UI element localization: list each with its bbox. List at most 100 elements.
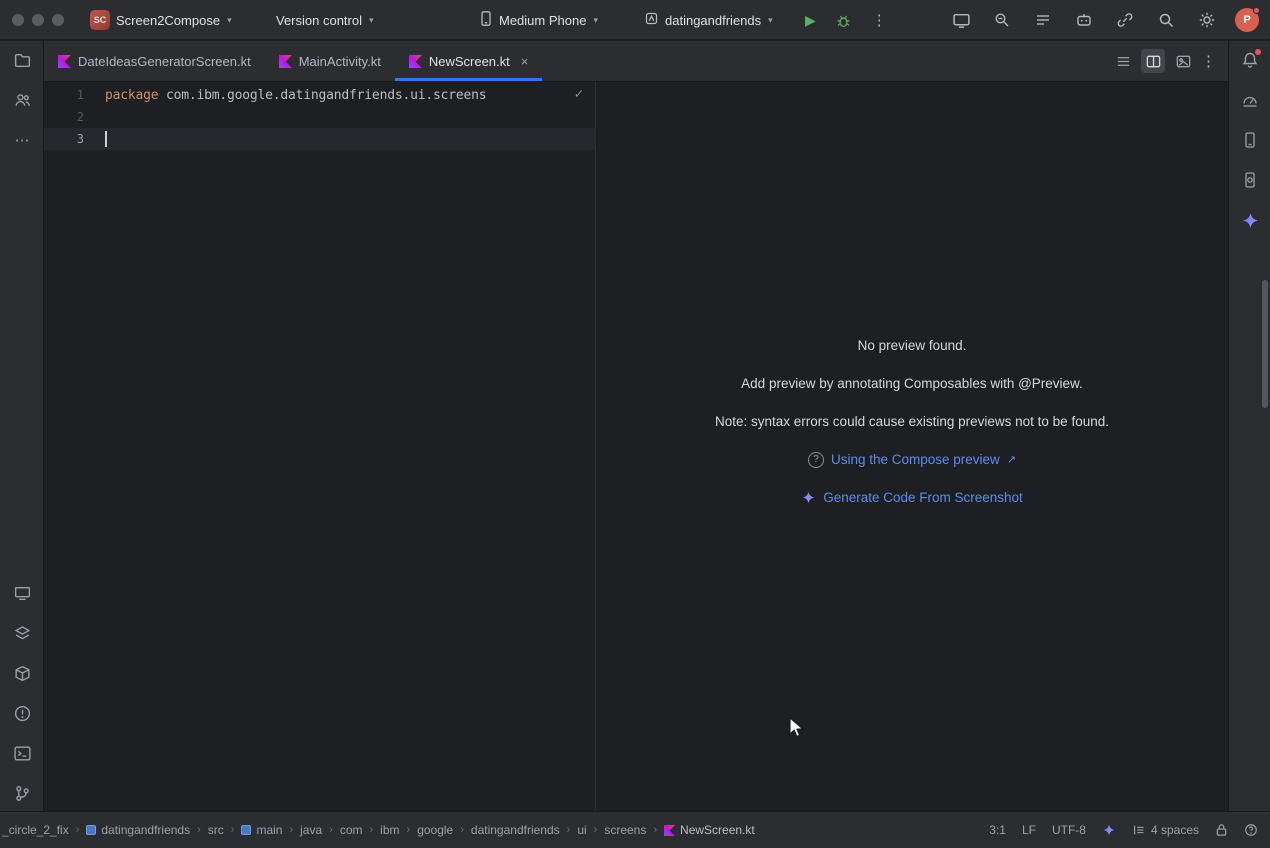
- breadcrumb-item[interactable]: ibm: [380, 823, 399, 837]
- code-search-icon[interactable]: [991, 9, 1013, 31]
- breadcrumb-separator: ›: [231, 824, 235, 836]
- terminal-icon[interactable]: [10, 741, 34, 765]
- tab-mainactivity[interactable]: MainActivity.kt: [265, 41, 395, 81]
- breadcrumb-separator: ›: [197, 824, 201, 836]
- titlebar-right-actions: [950, 0, 1218, 40]
- statusbar: _circle_2_fix › datingandfriends › src ›…: [0, 811, 1270, 848]
- project-selector[interactable]: SC Screen2Compose ▾: [90, 0, 232, 40]
- build-variants-icon[interactable]: [10, 621, 34, 645]
- device-selector[interactable]: Medium Phone ▾: [479, 0, 598, 40]
- window-scrollbar-thumb[interactable]: [1262, 280, 1268, 408]
- tab-newscreen[interactable]: NewScreen.kt ×: [395, 41, 543, 81]
- main-area: ⋯ DateIdeasGeneratorScreen.kt MainActivi…: [0, 41, 1270, 811]
- notification-dot: [1253, 7, 1260, 14]
- device-explorer-icon[interactable]: [1238, 128, 1262, 152]
- breadcrumb-separator: ›: [289, 824, 293, 836]
- preview-msg-title: No preview found.: [596, 337, 1228, 354]
- notifications-bell-icon[interactable]: [1238, 48, 1262, 72]
- close-tab-icon[interactable]: ×: [521, 54, 529, 69]
- breadcrumb: _circle_2_fix › datingandfriends › src ›…: [2, 823, 971, 837]
- breadcrumb-item[interactable]: datingandfriends: [86, 823, 190, 837]
- code-editor[interactable]: 1 package com.ibm.google.datingandfriend…: [44, 82, 596, 811]
- breadcrumb-separator: ›: [653, 824, 657, 836]
- gemini-icon[interactable]: [1238, 208, 1262, 232]
- more-tool-windows-icon[interactable]: ⋯: [10, 128, 34, 152]
- readonly-lock-icon[interactable]: [1215, 823, 1228, 837]
- module-icon: [241, 825, 251, 835]
- problems-icon[interactable]: [10, 701, 34, 725]
- project-folder-icon[interactable]: [10, 48, 34, 72]
- window-controls: [12, 0, 64, 40]
- vcs-widget[interactable]: Version control ▾: [276, 0, 374, 40]
- run-configuration-selector[interactable]: datingandfriends ▾: [644, 0, 773, 40]
- split-view-icon[interactable]: [1141, 49, 1165, 73]
- user-avatar[interactable]: P: [1235, 8, 1259, 32]
- zoom-window-button[interactable]: [52, 14, 64, 26]
- code-view-icon[interactable]: [1111, 49, 1135, 73]
- resource-manager-icon[interactable]: [10, 88, 34, 112]
- breadcrumb-item[interactable]: main: [241, 823, 282, 837]
- preview-msg-hint: Add preview by annotating Composables wi…: [596, 375, 1228, 392]
- chevron-down-icon: ▾: [369, 15, 374, 26]
- running-devices-panel-icon[interactable]: [10, 581, 34, 605]
- ai-assistant-icon[interactable]: [1073, 9, 1095, 31]
- task-list-icon[interactable]: [1032, 9, 1054, 31]
- breadcrumb-item[interactable]: com: [340, 823, 363, 837]
- code-line-1: 1 package com.ibm.google.datingandfriend…: [44, 84, 595, 106]
- tab-options-icon[interactable]: ⋮: [1201, 52, 1216, 70]
- breadcrumb-item[interactable]: ui: [577, 823, 586, 837]
- code-line-2: 2: [44, 106, 595, 128]
- indent-icon: [1132, 823, 1146, 837]
- encoding-widget[interactable]: UTF-8: [1052, 823, 1086, 837]
- breadcrumb-item[interactable]: src: [208, 823, 224, 837]
- debug-button[interactable]: [833, 9, 855, 31]
- design-view-icon[interactable]: [1171, 49, 1195, 73]
- run-actions: ▶ ⋮: [805, 0, 887, 40]
- breadcrumb-item[interactable]: screens: [604, 823, 646, 837]
- breadcrumb-item[interactable]: google: [417, 823, 453, 837]
- generate-code-row: Generate Code From Screenshot: [596, 489, 1228, 506]
- help-icon[interactable]: [1244, 823, 1258, 837]
- profiler-icon[interactable]: [1238, 88, 1262, 112]
- line-number: 3: [44, 132, 84, 146]
- tab-label: DateIdeasGeneratorScreen.kt: [78, 54, 251, 69]
- avatar-initial: P: [1243, 14, 1250, 26]
- compose-preview-panel: No preview found. Add preview by annotat…: [596, 82, 1228, 811]
- preview-msg-note: Note: syntax errors could cause existing…: [596, 413, 1228, 430]
- kotlin-file-icon: [58, 55, 71, 68]
- ai-sparkle-icon[interactable]: [1102, 823, 1116, 837]
- running-devices-icon[interactable]: [950, 9, 972, 31]
- close-window-button[interactable]: [12, 14, 24, 26]
- settings-gear-icon[interactable]: [1196, 9, 1218, 31]
- external-link-icon: ↗: [1007, 453, 1016, 466]
- search-icon[interactable]: [1155, 9, 1177, 31]
- tab-dateideasgeneratorscreen[interactable]: DateIdeasGeneratorScreen.kt: [44, 41, 265, 81]
- link-icon[interactable]: [1114, 9, 1136, 31]
- run-button[interactable]: ▶: [805, 13, 816, 27]
- git-branch-icon[interactable]: [10, 781, 34, 805]
- minimize-window-button[interactable]: [32, 14, 44, 26]
- no-preview-message: No preview found. Add preview by annotat…: [596, 337, 1228, 527]
- package-path: com.ibm.google.datingandfriends.ui.scree…: [158, 88, 486, 103]
- breadcrumb-item[interactable]: java: [300, 823, 322, 837]
- breadcrumb-item[interactable]: datingandfriends: [471, 823, 560, 837]
- device-mirror-icon[interactable]: [1238, 168, 1262, 192]
- compose-preview-docs-link[interactable]: Using the Compose preview: [831, 452, 1000, 467]
- breadcrumb-separator: ›: [329, 824, 333, 836]
- text-caret: [105, 131, 107, 147]
- package-box-icon[interactable]: [10, 661, 34, 685]
- breadcrumb-item[interactable]: _circle_2_fix: [2, 823, 69, 837]
- kotlin-file-icon: [664, 825, 675, 836]
- left-toolwindow-bar: ⋯: [0, 41, 44, 811]
- caret-position-widget[interactable]: 3:1: [989, 823, 1006, 837]
- project-name: Screen2Compose: [116, 13, 220, 28]
- more-actions-icon[interactable]: ⋮: [872, 11, 887, 29]
- breadcrumb-item-current-file[interactable]: NewScreen.kt: [664, 823, 755, 837]
- project-icon: SC: [90, 10, 110, 30]
- breadcrumb-separator: ›: [370, 824, 374, 836]
- line-separator-widget[interactable]: LF: [1022, 823, 1036, 837]
- chevron-down-icon: ▾: [227, 15, 232, 26]
- generate-code-from-screenshot-link[interactable]: Generate Code From Screenshot: [823, 490, 1023, 505]
- indent-widget[interactable]: 4 spaces: [1132, 823, 1199, 837]
- breadcrumb-separator: ›: [407, 824, 411, 836]
